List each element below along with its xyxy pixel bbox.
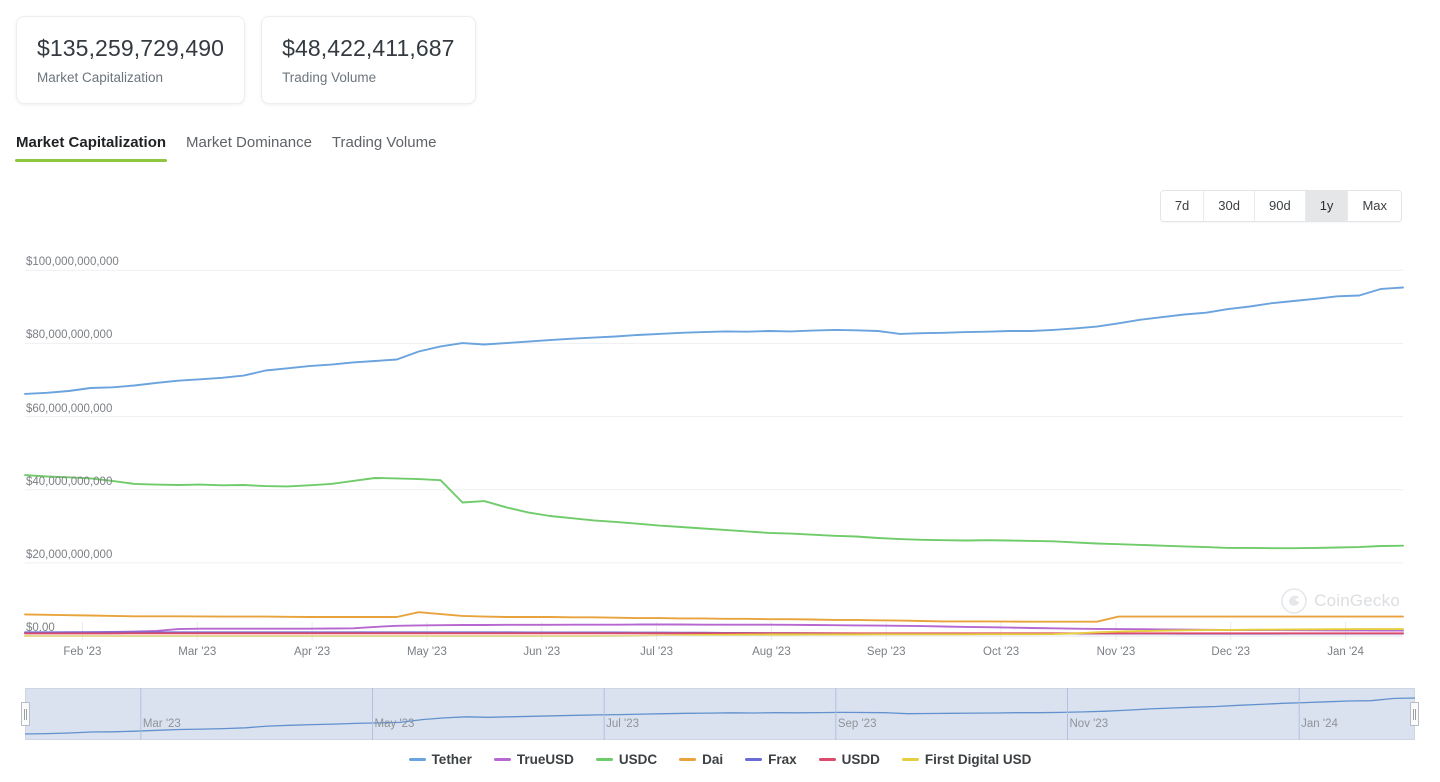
y-axis-tick: $60,000,000,000 <box>26 402 113 415</box>
chart-plot-svg <box>24 269 1404 640</box>
navigator-selection-mask[interactable] <box>25 688 1415 740</box>
chart-legend: Tether TrueUSD USDC Dai Frax USDD First Digita… <box>0 752 1440 767</box>
stat-label: Trading Volume <box>282 70 377 85</box>
legend-label: USDC <box>618 752 658 767</box>
series-line-dai[interactable] <box>24 611 1404 623</box>
navigator-tick: Jul '23 <box>606 718 640 730</box>
legend-swatch-icon <box>901 758 919 761</box>
legend-swatch-icon <box>745 758 763 761</box>
x-axis-tick: Sep '23 <box>866 646 906 658</box>
legend-swatch-icon <box>679 758 697 761</box>
range-button-90d[interactable]: 90d <box>1255 191 1306 221</box>
range-selector: 7d 30d 90d 1y Max <box>1159 190 1402 222</box>
legend-item-frax[interactable]: Frax <box>745 752 797 767</box>
navigator-tick: Jan '24 <box>1301 718 1338 730</box>
legend-item-usdc[interactable]: USDC <box>595 752 658 767</box>
x-axis-tick: Oct '23 <box>983 646 1020 658</box>
tab-market-capitalization[interactable]: Market Capitalization <box>14 134 168 162</box>
stat-card-market-cap: $135,259,729,490 Market Capitalization <box>16 16 246 104</box>
y-axis-tick: $100,000,000,000 <box>26 256 119 269</box>
legend-label: Tether <box>431 752 472 767</box>
y-axis-tick: $80,000,000,000 <box>26 329 113 342</box>
stat-card-trading-volume: $48,422,411,687 Trading Volume <box>261 16 476 104</box>
x-axis-tick: Aug '23 <box>752 646 791 658</box>
stat-value: $135,259,729,490 <box>37 35 225 61</box>
page-root: $135,259,729,490 Market Capitalization $… <box>0 0 1440 782</box>
navigator-handle-left[interactable] <box>21 702 30 726</box>
legend-item-tether[interactable]: Tether <box>408 752 472 767</box>
y-axis-tick: $20,000,000,000 <box>26 548 113 561</box>
range-button-30d[interactable]: 30d <box>1204 191 1255 221</box>
stats-row: $135,259,729,490 Market Capitalization $… <box>16 16 476 104</box>
legend-item-first-digital-usd[interactable]: First Digital USD <box>901 752 1032 767</box>
x-axis-tick: Dec '23 <box>1211 646 1251 658</box>
stat-value: $48,422,411,687 <box>282 35 455 61</box>
x-axis-tick: May '23 <box>406 646 447 658</box>
legend-item-dai[interactable]: Dai <box>679 752 723 767</box>
y-axis-tick: $0.00 <box>26 622 55 634</box>
legend-item-usdd[interactable]: USDD <box>818 752 880 767</box>
market-cap-chart[interactable]: $100,000,000,000 $80,000,000,000 $60,000,0… <box>0 236 1440 658</box>
x-axis-tick: Jul '23 <box>640 646 674 658</box>
legend-label: Dai <box>702 752 724 767</box>
legend-label: First Digital USD <box>924 752 1032 767</box>
legend-label: USDD <box>841 752 880 767</box>
x-axis-tick: Mar '23 <box>178 646 217 658</box>
range-button-1y[interactable]: 1y <box>1305 191 1349 221</box>
y-axis-tick: $40,000,000,000 <box>26 475 113 488</box>
series-line-tether[interactable] <box>24 286 1404 395</box>
legend-item-trueusd[interactable]: TrueUSD <box>493 752 574 767</box>
legend-swatch-icon <box>408 758 426 761</box>
x-axis-tick: Apr '23 <box>294 646 331 658</box>
x-axis-tick: Jun '23 <box>523 646 561 658</box>
x-axis-tick: Feb '23 <box>63 646 102 658</box>
stat-label: Market Capitalization <box>37 70 164 85</box>
x-axis-tick: Jan '24 <box>1327 646 1364 658</box>
navigator-handle-right[interactable] <box>1410 702 1419 726</box>
tab-market-dominance[interactable]: Market Dominance <box>186 134 312 162</box>
legend-label: Frax <box>768 752 797 767</box>
tab-trading-volume[interactable]: Trading Volume <box>332 134 437 162</box>
chart-navigator[interactable]: Mar '23 May '23 Jul '23 Sep '23 Nov '23 Jan '… <box>21 688 1419 740</box>
x-axis-tick: Nov '23 <box>1096 646 1136 658</box>
navigator-tick: Mar '23 <box>142 718 181 730</box>
legend-label: TrueUSD <box>516 752 574 767</box>
navigator-tick: Sep '23 <box>837 718 877 730</box>
range-button-7d[interactable]: 7d <box>1160 191 1205 221</box>
chart-tabs: Market Capitalization Market Dominance T… <box>14 134 437 162</box>
range-button-max[interactable]: Max <box>1348 191 1401 221</box>
legend-swatch-icon <box>493 758 511 761</box>
navigator-tick: May '23 <box>374 718 415 730</box>
series-line-usdc[interactable] <box>24 474 1404 550</box>
legend-swatch-icon <box>818 758 836 761</box>
navigator-tick: Nov '23 <box>1069 718 1109 730</box>
legend-swatch-icon <box>595 758 613 761</box>
